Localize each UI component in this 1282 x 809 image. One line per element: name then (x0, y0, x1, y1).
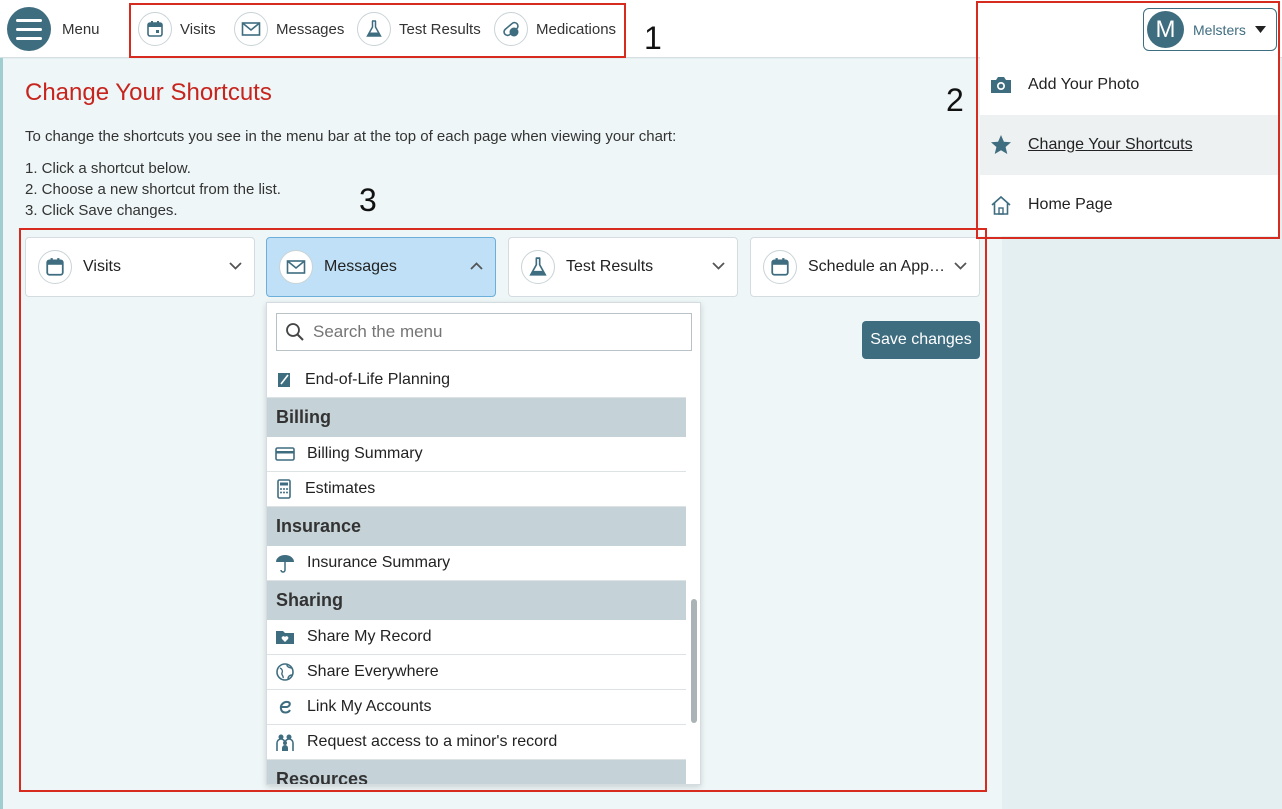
hamburger-icon-line (16, 36, 42, 40)
annotation-number-2: 2 (946, 82, 964, 118)
menu-label[interactable]: Menu (62, 21, 100, 38)
hamburger-icon-line (16, 27, 42, 31)
page-title: Change Your Shortcuts (25, 79, 272, 106)
step-text: 2. Choose a new shortcut from the list. (25, 181, 281, 198)
right-background (1002, 237, 1282, 809)
annotation-box-2 (976, 1, 1280, 239)
instruction-steps: 1. Click a shortcut below. 2. Choose a n… (25, 158, 281, 221)
step-text: 3. Click Save changes. (25, 202, 178, 219)
annotation-number-3: 3 (359, 182, 377, 218)
intro-text: To change the shortcuts you see in the m… (25, 128, 677, 145)
hamburger-icon-line (16, 18, 42, 22)
annotation-box-1 (129, 3, 626, 58)
annotation-number-1: 1 (644, 20, 662, 56)
step-text: 1. Click a shortcut below. (25, 160, 191, 177)
annotation-box-3 (19, 228, 987, 792)
menu-button[interactable] (7, 7, 51, 51)
